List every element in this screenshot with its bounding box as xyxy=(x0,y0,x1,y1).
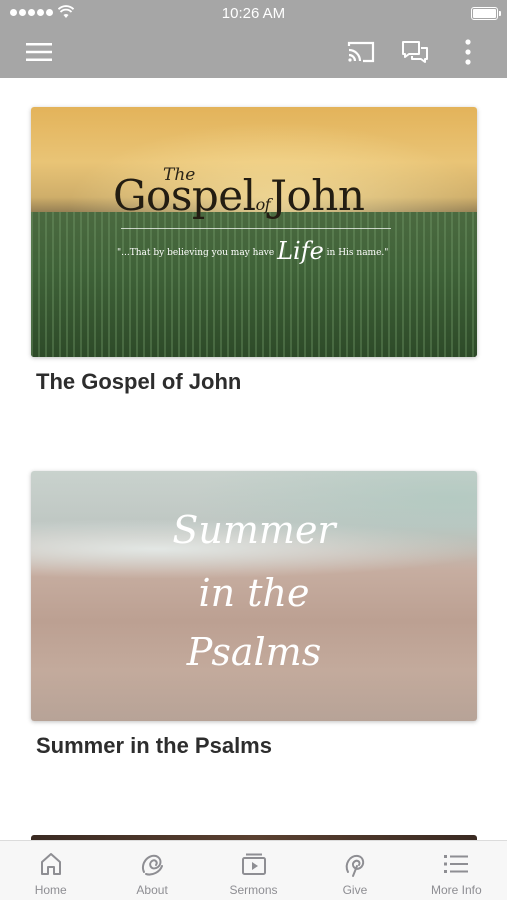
about-swirl-icon xyxy=(142,854,164,876)
series-card-gospel-of-john[interactable]: The GospelofJohn "...That by believing y… xyxy=(31,107,477,395)
series-title[interactable]: The Gospel of John xyxy=(31,369,477,395)
tab-sermons[interactable]: Sermons xyxy=(203,841,304,900)
sermons-play-icon xyxy=(241,853,266,875)
tab-label: Home xyxy=(34,883,67,897)
chat-button[interactable] xyxy=(398,26,432,78)
series-title[interactable]: Summer in the Psalms xyxy=(31,733,477,759)
tab-label: About xyxy=(136,883,168,897)
tab-label: More Info xyxy=(430,883,482,897)
tab-home[interactable]: Home xyxy=(0,841,101,900)
status-bar: 10:26 AM xyxy=(0,0,507,26)
cast-button[interactable] xyxy=(343,26,379,78)
menu-button[interactable] xyxy=(22,26,56,78)
more-vertical-icon xyxy=(465,39,471,65)
wheat-field xyxy=(31,212,477,357)
artwork-line-2: in the xyxy=(198,571,310,615)
list-icon xyxy=(444,855,469,873)
series-artwork[interactable]: The GospelofJohn "...That by believing y… xyxy=(31,107,477,357)
artwork-title-text: GospelofJohn xyxy=(113,171,365,220)
home-icon xyxy=(40,853,61,875)
series-artwork[interactable]: Summer in the Psalms xyxy=(31,471,477,721)
app-screen: 10:26 AM The GospelofJohn "...That by be… xyxy=(0,0,507,900)
give-swirl-icon xyxy=(345,854,365,877)
artwork-quote: "...That by believing you may have Life … xyxy=(117,237,389,265)
battery-icon xyxy=(471,7,501,20)
hamburger-menu-icon xyxy=(26,43,52,61)
artwork-line-3: Psalms xyxy=(186,630,322,674)
more-options-button[interactable] xyxy=(455,26,481,78)
artwork-divider xyxy=(121,228,391,229)
tab-label: Give xyxy=(342,883,368,897)
tab-give[interactable]: Give xyxy=(304,841,405,900)
series-card-summer-in-the-psalms[interactable]: Summer in the Psalms Summer in the Psalm… xyxy=(31,471,477,759)
tab-about[interactable]: About xyxy=(101,841,202,900)
artwork-line-1: Summer xyxy=(172,508,336,552)
app-bar xyxy=(0,26,507,78)
cast-icon xyxy=(347,41,375,63)
chat-icon xyxy=(402,41,428,63)
tab-more-info[interactable]: More Info xyxy=(406,841,507,900)
bottom-tab-bar: Home About Sermons Give More Info xyxy=(0,840,507,900)
status-time: 10:26 AM xyxy=(221,5,286,22)
tab-label: Sermons xyxy=(229,883,278,897)
series-list: The GospelofJohn "...That by believing y… xyxy=(0,78,507,840)
